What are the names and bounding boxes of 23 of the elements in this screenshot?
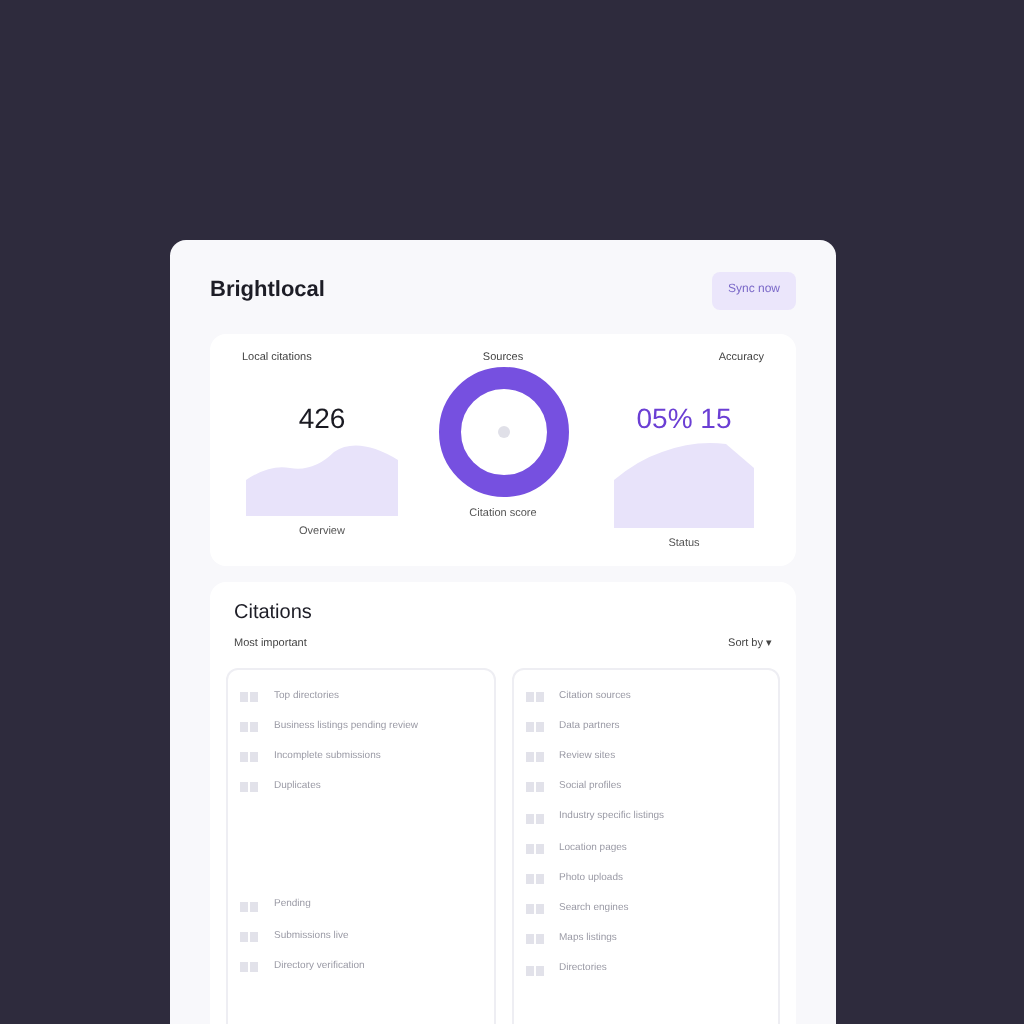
row-icon xyxy=(240,961,258,972)
row-icon xyxy=(525,722,543,733)
row-icon xyxy=(240,931,258,942)
row-icon xyxy=(525,965,543,976)
row-icon xyxy=(525,691,543,702)
row-icon xyxy=(240,752,258,763)
section-title: Citations xyxy=(232,599,314,627)
donut-chart xyxy=(437,366,569,499)
row-icon xyxy=(525,813,543,824)
app-title: Brightlocal xyxy=(210,276,325,307)
stat-value: 426 xyxy=(298,400,346,439)
area-chart xyxy=(614,440,754,529)
row-icon xyxy=(525,752,543,763)
row-icon xyxy=(525,873,543,884)
row-icon xyxy=(240,901,258,912)
stat-value: 05% 15 xyxy=(636,400,732,439)
row-icon xyxy=(525,843,543,854)
row-icon xyxy=(240,722,258,733)
row-icon xyxy=(525,934,543,945)
row-icon xyxy=(525,782,543,793)
row-icon xyxy=(240,691,258,702)
row-icon xyxy=(525,904,543,915)
row-icon xyxy=(240,782,258,793)
